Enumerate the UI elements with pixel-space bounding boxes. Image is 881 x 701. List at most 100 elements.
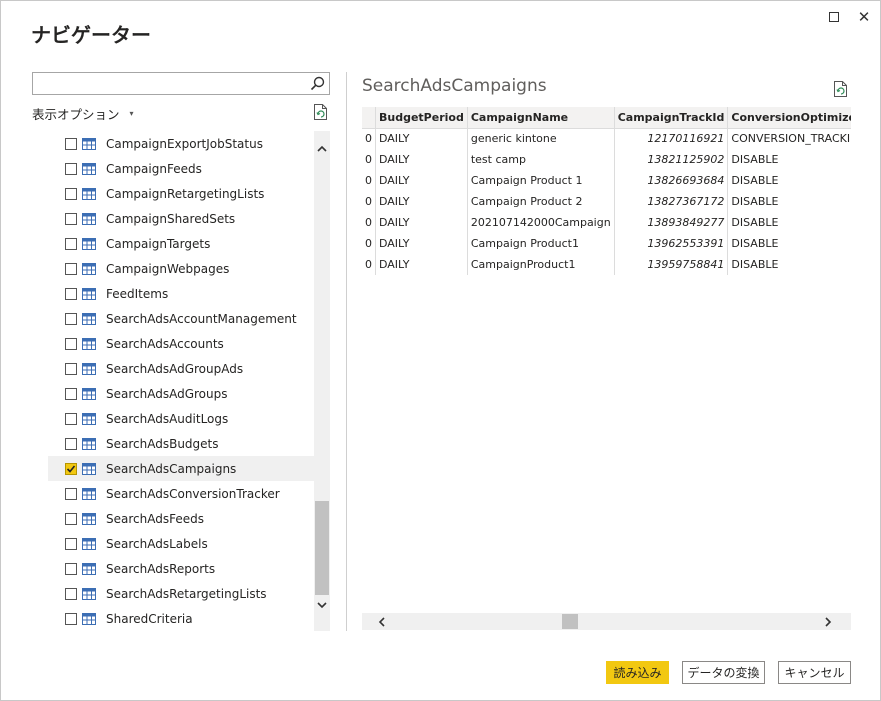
table-cell[interactable]: 0	[362, 254, 376, 275]
table-cell[interactable]: 13821125902	[614, 149, 729, 170]
item-checkbox[interactable]	[65, 587, 77, 600]
item-checkbox[interactable]	[65, 537, 77, 550]
item-checkbox[interactable]	[65, 262, 77, 275]
item-checkbox[interactable]	[65, 237, 77, 250]
chevron-right-icon[interactable]	[822, 616, 834, 628]
list-item[interactable]: SearchAdsBudgets	[48, 431, 314, 456]
search-box[interactable]	[32, 72, 330, 95]
item-checkbox[interactable]	[65, 487, 77, 500]
table-cell[interactable]: DAILY	[375, 233, 468, 254]
column-header[interactable]: ConversionOptimizerEligi	[727, 107, 851, 129]
item-checkbox[interactable]	[65, 187, 77, 200]
table-cell[interactable]: 0	[362, 128, 376, 149]
table-cell[interactable]: CONVERSION_TRACKING_	[727, 128, 851, 149]
table-cell[interactable]: Campaign Product 1	[467, 170, 615, 191]
list-item[interactable]: CampaignTargets	[48, 231, 314, 256]
item-checkbox[interactable]	[65, 412, 77, 425]
item-checkbox[interactable]	[65, 612, 77, 625]
item-checkbox[interactable]	[65, 562, 77, 575]
grid-scrollbar-thumb[interactable]	[562, 614, 578, 629]
table-cell[interactable]: Campaign Product1	[467, 233, 615, 254]
item-checkbox[interactable]	[65, 287, 77, 300]
table-cell[interactable]: 0	[362, 191, 376, 212]
table-cell[interactable]: 13893849277	[614, 212, 729, 233]
item-checkbox[interactable]	[65, 162, 77, 175]
column-header[interactable]	[362, 107, 376, 129]
table-cell[interactable]: 0	[362, 233, 376, 254]
table-cell[interactable]: DISABLE	[727, 191, 851, 212]
table-cell[interactable]: DISABLE	[727, 254, 851, 275]
close-button[interactable]: ✕	[851, 6, 877, 28]
item-checkbox[interactable]	[65, 512, 77, 525]
refresh-icon[interactable]	[833, 80, 849, 98]
table-cell[interactable]: 13959758841	[614, 254, 729, 275]
item-checkbox[interactable]	[65, 137, 77, 150]
list-item-label: SearchAdsAdGroups	[106, 386, 228, 401]
view-options-dropdown[interactable]: 表示オプション ▾	[32, 104, 134, 123]
table-cell[interactable]: generic kintone	[467, 128, 615, 149]
list-item[interactable]: SearchAdsLabels	[48, 531, 314, 556]
item-checkbox[interactable]	[65, 312, 77, 325]
cancel-button[interactable]: キャンセル	[778, 661, 851, 684]
list-item[interactable]: SearchAdsRetargetingLists	[48, 581, 314, 606]
chevron-left-icon[interactable]	[376, 616, 388, 628]
table-cell[interactable]: DISABLE	[727, 233, 851, 254]
transform-data-button[interactable]: データの変換	[682, 661, 765, 684]
table-cell[interactable]: Campaign Product 2	[467, 191, 615, 212]
table-cell[interactable]: test camp	[467, 149, 615, 170]
table-cell[interactable]: 13827367172	[614, 191, 729, 212]
list-item[interactable]: SearchAdsAuditLogs	[48, 406, 314, 431]
table-cell[interactable]: 0	[362, 170, 376, 191]
refresh-icon[interactable]	[313, 103, 329, 121]
table-cell[interactable]: DAILY	[375, 212, 468, 233]
list-item[interactable]: CampaignRetargetingLists	[48, 181, 314, 206]
item-checkbox[interactable]	[65, 387, 77, 400]
table-cell[interactable]: 0	[362, 149, 376, 170]
table-cell[interactable]: DAILY	[375, 170, 468, 191]
list-scrollbar[interactable]	[314, 131, 330, 631]
list-item[interactable]: CampaignFeeds	[48, 156, 314, 181]
table-cell[interactable]: 12170116921	[614, 128, 729, 149]
list-item[interactable]: SearchAdsCampaigns	[48, 456, 314, 481]
search-input[interactable]	[33, 73, 303, 95]
table-cell[interactable]: DISABLE	[727, 170, 851, 191]
item-checkbox[interactable]	[65, 212, 77, 225]
table-cell[interactable]: DISABLE	[727, 149, 851, 170]
table-cell[interactable]: DISABLE	[727, 212, 851, 233]
table-cell[interactable]: CampaignProduct1	[467, 254, 615, 275]
item-checkbox[interactable]	[65, 337, 77, 350]
grid-horizontal-scrollbar[interactable]	[362, 613, 851, 630]
table-cell[interactable]: DAILY	[375, 254, 468, 275]
list-item[interactable]: SearchAdsAccounts	[48, 331, 314, 356]
list-item[interactable]: SearchAdsConversionTracker	[48, 481, 314, 506]
item-checkbox[interactable]	[65, 362, 77, 375]
table-cell[interactable]: DAILY	[375, 149, 468, 170]
chevron-up-icon[interactable]	[316, 143, 328, 155]
load-button[interactable]: 読み込み	[606, 661, 669, 684]
list-item[interactable]: SearchAdsAdGroups	[48, 381, 314, 406]
list-item[interactable]: SearchAdsAdGroupAds	[48, 356, 314, 381]
search-icon[interactable]	[309, 75, 326, 92]
list-item[interactable]: SearchAdsFeeds	[48, 506, 314, 531]
list-item[interactable]: FeedItems	[48, 281, 314, 306]
table-cell[interactable]: 13962553391	[614, 233, 729, 254]
table-cell[interactable]: DAILY	[375, 191, 468, 212]
item-checkbox[interactable]	[65, 462, 77, 475]
chevron-down-icon[interactable]	[316, 599, 328, 611]
list-scrollbar-thumb[interactable]	[315, 501, 329, 595]
list-item[interactable]: CampaignSharedSets	[48, 206, 314, 231]
column-header[interactable]: BudgetPeriod	[375, 107, 468, 129]
list-item[interactable]: SharedCriteria	[48, 606, 314, 631]
maximize-button[interactable]	[821, 6, 847, 28]
column-header[interactable]: CampaignTrackId	[614, 107, 729, 129]
list-item[interactable]: SearchAdsReports	[48, 556, 314, 581]
table-cell[interactable]: 13826693684	[614, 170, 729, 191]
item-checkbox[interactable]	[65, 437, 77, 450]
table-cell[interactable]: 202107142000Campaign	[467, 212, 615, 233]
column-header[interactable]: CampaignName	[467, 107, 615, 129]
list-item[interactable]: SearchAdsAccountManagement	[48, 306, 314, 331]
list-item[interactable]: CampaignExportJobStatus	[48, 131, 314, 156]
table-cell[interactable]: DAILY	[375, 128, 468, 149]
table-cell[interactable]: 0	[362, 212, 376, 233]
list-item[interactable]: CampaignWebpages	[48, 256, 314, 281]
